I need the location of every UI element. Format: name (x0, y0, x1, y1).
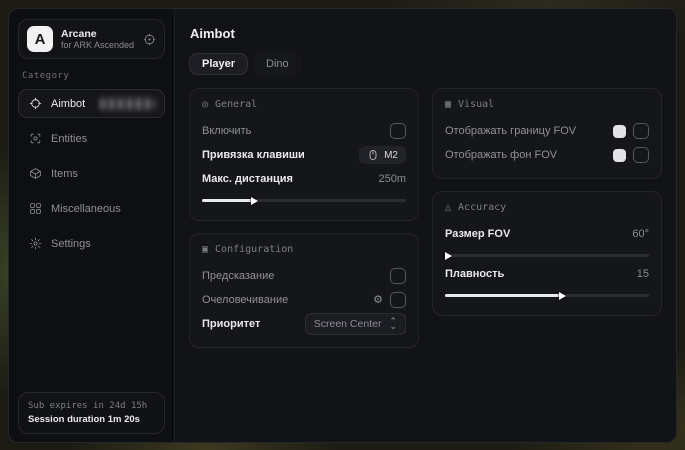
app-title: Arcane (61, 28, 135, 40)
humanize-settings-icon[interactable]: ⚙ (373, 295, 383, 306)
keybind-button[interactable]: M2 (359, 146, 406, 164)
app-logo: A (27, 26, 53, 52)
enable-label: Включить (202, 125, 251, 137)
configuration-card: ▣ Configuration Предсказание Очеловечива… (189, 233, 419, 348)
enable-checkbox[interactable] (390, 123, 406, 139)
sidebar-item-label: Aimbot (51, 98, 85, 110)
blurred-watermark (100, 98, 156, 110)
fov-border-color-swatch[interactable] (613, 125, 626, 138)
distance-row: Макс. дистанция 250m (202, 168, 406, 190)
grid-icon (28, 202, 42, 215)
distance-label: Макс. дистанция (202, 173, 293, 185)
category-label: Category (22, 71, 161, 81)
app-titles: Arcane for ARK Ascended (61, 28, 135, 51)
humanize-label: Очеловечивание (202, 294, 288, 306)
visual-card-header: ▦ Visual (445, 99, 649, 110)
distance-slider-handle[interactable] (251, 197, 258, 205)
prediction-checkbox[interactable] (390, 268, 406, 284)
general-card-header: ◎ General (202, 99, 406, 110)
accuracy-icon: △ (445, 202, 451, 213)
fov-border-label: Отображать границу FOV (445, 125, 576, 137)
fov-bg-label: Отображать фон FOV (445, 149, 557, 161)
humanize-checkbox[interactable] (390, 292, 406, 308)
prediction-label: Предсказание (202, 270, 274, 282)
priority-dropdown[interactable]: Screen Center ⌃⌄ (305, 313, 406, 335)
keybind-row: Привязка клавиши M2 (202, 144, 406, 166)
chevron-up-down-icon: ⌃⌄ (389, 319, 397, 329)
priority-label: Приоритет (202, 318, 260, 330)
keybind-value: M2 (384, 150, 398, 161)
tab-bar: Player Dino (189, 53, 662, 75)
sidebar-item-settings[interactable]: Settings (18, 229, 165, 258)
fov-size-label: Размер FOV (445, 228, 510, 240)
general-card: ◎ General Включить Привязка клавиши M2 (189, 88, 419, 221)
humanize-row: Очеловечивание ⚙ (202, 289, 406, 311)
sidebar: A Arcane for ARK Ascended Category Aimbo… (9, 9, 175, 442)
target-icon[interactable] (143, 33, 156, 46)
main-content: Aimbot Player Dino ◎ General Включить (175, 9, 676, 442)
visual-icon: ▦ (445, 99, 451, 110)
scan-icon (28, 132, 42, 145)
configuration-icon: ▣ (202, 244, 208, 255)
tab-player[interactable]: Player (189, 53, 248, 75)
priority-row: Приоритет Screen Center ⌃⌄ (202, 313, 406, 335)
smoothness-slider[interactable] (445, 294, 649, 297)
distance-value: 250m (378, 173, 406, 185)
smoothness-slider-fill (445, 294, 561, 297)
fov-border-row: Отображать границу FOV (445, 120, 649, 142)
sidebar-item-aimbot[interactable]: Aimbot (18, 89, 165, 118)
priority-value: Screen Center (314, 318, 382, 330)
visual-card: ▦ Visual Отображать границу FOV Отобража… (432, 88, 662, 179)
distance-slider-fill (202, 199, 253, 202)
enable-row: Включить (202, 120, 406, 142)
session-info: Sub expires in 24d 15h Session duration … (18, 392, 165, 434)
fov-slider-handle[interactable] (445, 252, 452, 260)
mouse-icon (367, 149, 379, 161)
smoothness-slider-handle[interactable] (559, 292, 566, 300)
sidebar-item-label: Entities (51, 133, 87, 145)
sidebar-item-label: Items (51, 168, 78, 180)
accuracy-card: △ Accuracy Размер FOV 60° Плавность 15 (432, 191, 662, 316)
fov-bg-color-swatch[interactable] (613, 149, 626, 162)
app-header: A Arcane for ARK Ascended (18, 19, 165, 59)
prediction-row: Предсказание (202, 265, 406, 287)
keybind-label: Привязка клавиши (202, 149, 305, 161)
visual-card-title: Visual (458, 99, 494, 110)
smoothness-label: Плавность (445, 268, 504, 280)
fov-bg-row: Отображать фон FOV (445, 144, 649, 166)
crosshair-icon (28, 97, 42, 110)
page-title: Aimbot (190, 26, 662, 41)
package-icon (28, 167, 42, 180)
session-duration: Session duration 1m 20s (28, 413, 155, 426)
configuration-card-header: ▣ Configuration (202, 244, 406, 255)
sidebar-item-entities[interactable]: Entities (18, 124, 165, 153)
fov-border-checkbox[interactable] (633, 123, 649, 139)
sidebar-item-label: Miscellaneous (51, 203, 121, 215)
accuracy-card-header: △ Accuracy (445, 202, 649, 213)
smoothness-value: 15 (637, 268, 649, 280)
gear-icon (28, 237, 42, 250)
sidebar-item-label: Settings (51, 238, 91, 250)
accuracy-card-title: Accuracy (458, 202, 506, 213)
fov-size-row: Размер FOV 60° (445, 223, 649, 245)
fov-size-value: 60° (632, 228, 649, 240)
sidebar-item-miscellaneous[interactable]: Miscellaneous (18, 194, 165, 223)
sidebar-item-items[interactable]: Items (18, 159, 165, 188)
app-subtitle: for ARK Ascended (61, 40, 135, 51)
app-window: A Arcane for ARK Ascended Category Aimbo… (8, 8, 677, 443)
subscription-expiry: Sub expires in 24d 15h (28, 400, 155, 413)
general-card-title: General (215, 99, 257, 110)
fov-bg-checkbox[interactable] (633, 147, 649, 163)
distance-slider[interactable] (202, 199, 406, 202)
tab-dino[interactable]: Dino (253, 53, 302, 75)
configuration-card-title: Configuration (215, 244, 293, 255)
general-icon: ◎ (202, 99, 208, 110)
fov-size-slider[interactable] (445, 254, 649, 257)
smoothness-row: Плавность 15 (445, 263, 649, 285)
